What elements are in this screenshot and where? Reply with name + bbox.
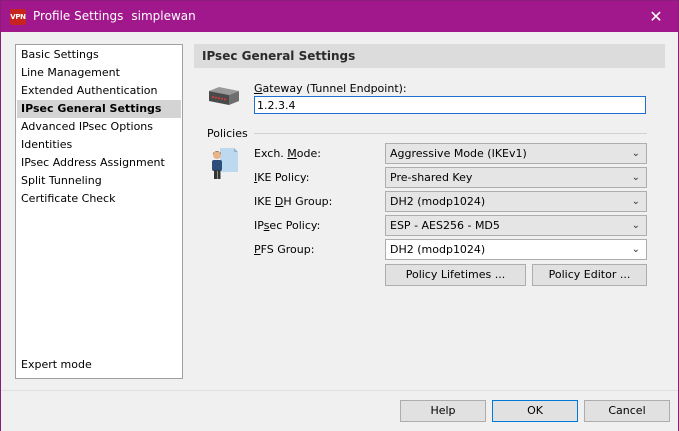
chevron-down-icon: ⌄ <box>631 148 640 159</box>
help-button[interactable]: Help <box>400 400 486 422</box>
ok-button[interactable]: OK <box>492 400 578 422</box>
pfs-group-value: DH2 (modp1024) <box>390 243 486 256</box>
nav-item-ipsec-address-assignment[interactable]: IPsec Address Assignment <box>17 154 181 172</box>
nav-item-advanced-ipsec-options[interactable]: Advanced IPsec Options <box>17 118 181 136</box>
ike-dh-group-select[interactable]: DH2 (modp1024) ⌄ <box>385 191 647 212</box>
ipsec-policy-select[interactable]: ESP - AES256 - MD5 ⌄ <box>385 215 647 236</box>
section-header: IPsec General Settings <box>194 44 665 68</box>
cancel-button[interactable]: Cancel <box>584 400 670 422</box>
window-title-text: Profile Settings <box>33 9 124 23</box>
profile-name: simplewan <box>131 9 196 23</box>
policies-divider <box>254 133 647 134</box>
nav-item-extended-authentication[interactable]: Extended Authentication <box>17 82 181 100</box>
ike-dh-group-value: DH2 (modp1024) <box>390 195 486 208</box>
policy-editor-button[interactable]: Policy Editor ... <box>532 264 647 286</box>
chevron-down-icon: ⌄ <box>631 220 640 231</box>
dialog-footer: Help OK Cancel <box>1 390 678 431</box>
gateway-input[interactable] <box>254 96 646 114</box>
nav-item-basic-settings[interactable]: Basic Settings <box>17 46 181 64</box>
pfs-group-label: PFS Group: <box>254 243 315 256</box>
nav-item-line-management[interactable]: Line Management <box>17 64 181 82</box>
ipsec-policy-label: IPsec Policy: <box>254 219 321 232</box>
nav-item-split-tunneling[interactable]: Split Tunneling <box>17 172 181 190</box>
ike-policy-label: IKE Policy: <box>254 171 310 184</box>
router-icon <box>209 87 239 105</box>
nav-item-identities[interactable]: Identities <box>17 136 181 154</box>
policy-lifetimes-button[interactable]: Policy Lifetimes ... <box>385 264 526 286</box>
section-title: IPsec General Settings <box>202 49 356 63</box>
exch-mode-label: Exch. Mode: <box>254 147 321 160</box>
chevron-down-icon: ⌄ <box>631 172 640 183</box>
ike-policy-value: Pre-shared Key <box>390 171 473 184</box>
profile-settings-window: VPN Profile Settings simplewan ✕ Basic Se… <box>0 0 679 431</box>
ike-dh-group-label: IKE DH Group: <box>254 195 333 208</box>
nav-item-certificate-check[interactable]: Certificate Check <box>17 190 181 208</box>
gateway-label: Gateway (Tunnel Endpoint): <box>254 82 407 95</box>
pfs-group-select[interactable]: DH2 (modp1024) ⌄ <box>385 239 647 260</box>
settings-nav-list: Basic Settings Line Management Extended … <box>15 44 183 379</box>
user-document-icon <box>212 148 238 179</box>
title-bar[interactable]: VPN Profile Settings simplewan ✕ <box>1 1 678 32</box>
window-title: Profile Settings simplewan <box>33 9 196 23</box>
exch-mode-select[interactable]: Aggressive Mode (IKEv1) ⌄ <box>385 143 647 164</box>
ipsec-policy-value: ESP - AES256 - MD5 <box>390 219 500 232</box>
exch-mode-value: Aggressive Mode (IKEv1) <box>390 147 527 160</box>
vpn-app-icon: VPN <box>10 9 26 25</box>
close-icon[interactable]: ✕ <box>634 1 678 32</box>
chevron-down-icon: ⌄ <box>631 196 640 207</box>
ike-policy-select[interactable]: Pre-shared Key ⌄ <box>385 167 647 188</box>
expert-mode-link[interactable]: Expert mode <box>21 358 92 371</box>
policies-section-label: Policies <box>207 127 248 140</box>
chevron-down-icon: ⌄ <box>631 244 640 255</box>
nav-item-ipsec-general-settings[interactable]: IPsec General Settings <box>17 100 181 118</box>
